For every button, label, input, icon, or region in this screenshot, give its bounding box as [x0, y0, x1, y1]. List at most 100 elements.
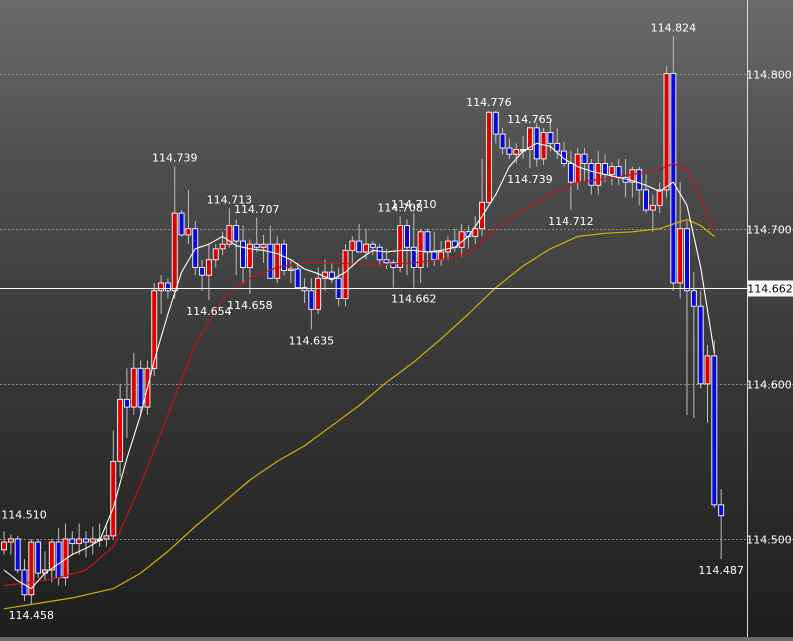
- candle: [42, 551, 48, 581]
- candle-body: [294, 268, 301, 289]
- price-annotation: 114.654: [186, 305, 232, 318]
- candle: [233, 219, 240, 276]
- candle-body: [328, 271, 335, 279]
- y-tick-label: 114.800: [746, 69, 792, 82]
- candle: [417, 228, 424, 283]
- candle: [171, 166, 178, 299]
- candle: [567, 151, 574, 211]
- candle-body: [137, 367, 144, 408]
- candle-body: [376, 246, 383, 261]
- candle-body: [158, 282, 165, 292]
- candle: [581, 148, 588, 183]
- candle-body: [663, 73, 670, 191]
- candle: [540, 127, 547, 166]
- candle: [643, 174, 649, 214]
- candle: [602, 154, 608, 183]
- candle-body: [677, 228, 684, 284]
- candle: [185, 189, 192, 245]
- candle-body: [219, 243, 226, 250]
- y-tick-label: 114.600: [746, 379, 792, 392]
- candle: [492, 110, 499, 144]
- candle-body: [608, 166, 615, 175]
- candle: [472, 216, 479, 245]
- candle: [520, 135, 527, 159]
- price-annotation: 114.765: [507, 113, 553, 126]
- candle-body: [233, 225, 240, 242]
- candle: [205, 244, 212, 301]
- candle: [83, 531, 89, 558]
- candle: [76, 523, 83, 555]
- candle: [499, 127, 506, 155]
- candle: [342, 244, 349, 307]
- candle-body: [48, 541, 55, 571]
- candle-body: [199, 267, 206, 276]
- price-annotation: 114.739: [152, 152, 198, 165]
- candle-body: [103, 535, 110, 540]
- candle-body: [253, 243, 260, 248]
- candle: [294, 262, 301, 289]
- price-annotation: 114.739: [507, 173, 553, 186]
- candle: [684, 220, 690, 415]
- candle-body: [185, 228, 192, 236]
- candle-body: [274, 243, 281, 279]
- candle: [199, 259, 206, 291]
- y-tick-label: 114.700: [746, 224, 792, 237]
- candle-body: [342, 249, 349, 299]
- candle-body: [711, 355, 718, 506]
- candle: [561, 141, 568, 167]
- candle-body: [718, 504, 725, 517]
- candle: [663, 65, 670, 198]
- ma-slow-line: [3, 218, 715, 610]
- candle: [21, 559, 28, 602]
- price-annotation: 114.658: [227, 299, 273, 312]
- candle: [356, 224, 363, 253]
- price-annotation: 114.824: [651, 21, 697, 34]
- candle-body: [492, 111, 499, 135]
- candle: [574, 148, 581, 190]
- candle: [704, 345, 711, 423]
- candle-body: [581, 153, 588, 164]
- price-annotation: 114.487: [698, 564, 744, 577]
- candle-body: [130, 367, 137, 408]
- candle-body: [670, 73, 677, 284]
- candle-body: [178, 212, 185, 236]
- candle-body: [267, 243, 274, 279]
- candle: [322, 259, 328, 291]
- candle: [123, 368, 130, 439]
- candle-body: [458, 231, 465, 248]
- candle: [89, 526, 96, 555]
- candle: [274, 236, 281, 283]
- candle: [35, 538, 42, 578]
- candle-body: [656, 189, 663, 206]
- candle: [260, 234, 267, 263]
- candle-body: [205, 259, 212, 276]
- candle: [301, 278, 308, 304]
- moving-average-layer: [3, 142, 715, 610]
- candle: [608, 161, 615, 186]
- candle: [404, 219, 410, 276]
- candle-body: [151, 290, 158, 369]
- candle: [718, 489, 725, 560]
- candle: [451, 228, 458, 252]
- candle-body: [438, 251, 445, 261]
- candle-body: [506, 147, 513, 155]
- candle: [656, 182, 663, 214]
- candle-body: [424, 231, 431, 253]
- candle: [287, 259, 294, 283]
- candle-body: [499, 133, 506, 149]
- candle: [130, 352, 137, 415]
- price-annotation: 114.776: [466, 96, 512, 109]
- candle: [369, 241, 376, 256]
- candle-body: [14, 538, 21, 571]
- candle-body: [315, 277, 322, 310]
- candle: [479, 158, 486, 237]
- candle: [308, 278, 315, 330]
- candle-body: [349, 240, 356, 251]
- candle-body: [356, 240, 363, 253]
- candle: [48, 538, 55, 583]
- candle-body: [7, 538, 14, 543]
- candle-body: [567, 163, 574, 183]
- candle-body: [69, 538, 76, 545]
- price-annotation: 114.458: [9, 609, 55, 622]
- candle: [158, 275, 165, 315]
